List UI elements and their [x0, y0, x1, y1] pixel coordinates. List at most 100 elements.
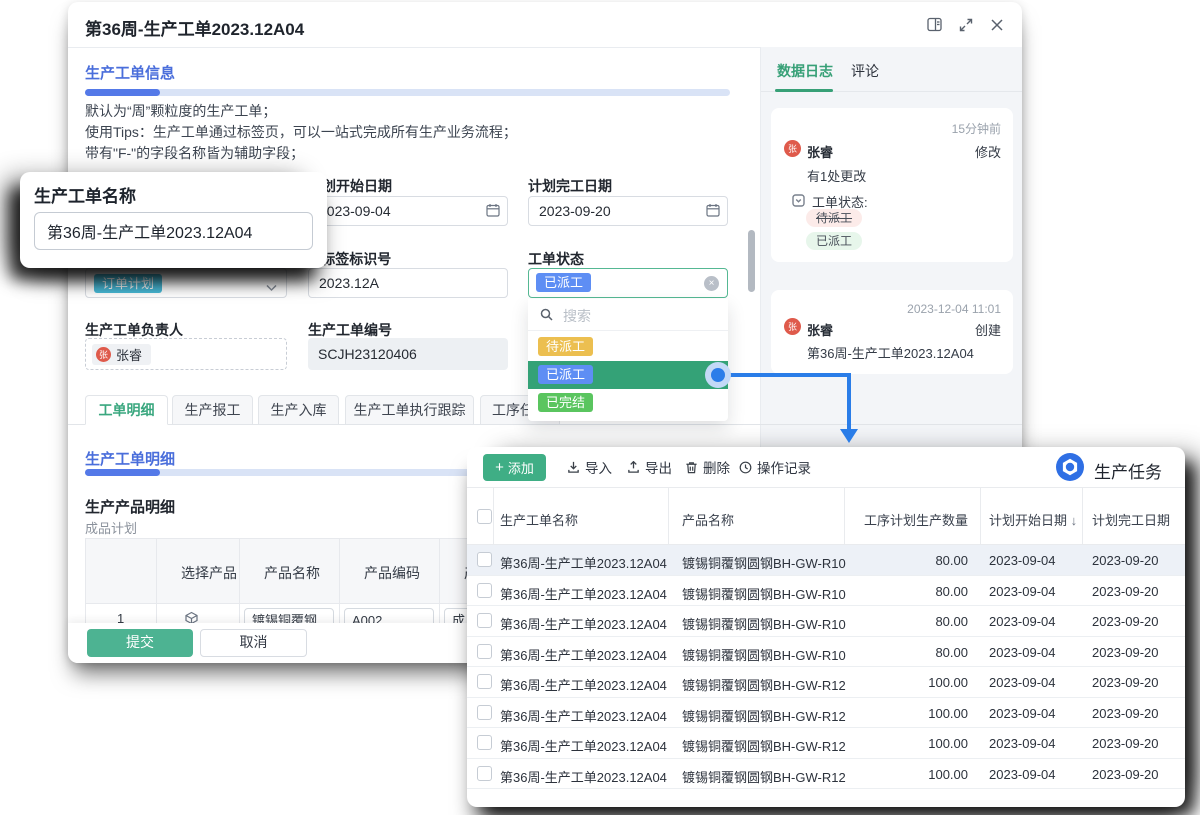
log-action: 创建	[975, 320, 1001, 339]
tip-line: 带有"F-"的字段名称皆为辅助字段；	[85, 143, 517, 164]
clear-icon[interactable]: ×	[704, 276, 719, 291]
col-product-name[interactable]: 产品名称	[682, 510, 734, 529]
info-section-title: 生产工单信息	[85, 62, 175, 83]
col-product-name: 产品名称	[264, 563, 320, 583]
col-start-date[interactable]: 计划开始日期 ↓	[989, 510, 1077, 529]
plan-end-input[interactable]	[528, 196, 728, 226]
modal-header: 第36周-生产工单2023.12A04	[68, 2, 1022, 48]
scrollbar-thumb[interactable]	[748, 230, 755, 292]
cancel-button[interactable]: 取消	[200, 629, 307, 657]
name-card-input[interactable]	[34, 212, 313, 250]
tag-no-input[interactable]	[308, 268, 508, 298]
cell-start-date: 2023-09-04	[989, 645, 1056, 660]
order-type-select[interactable]: 订单计划	[85, 268, 287, 298]
add-button[interactable]: + 添加	[483, 454, 546, 481]
col-product-code: 产品编码	[364, 563, 420, 583]
detail-progress-bar	[85, 469, 160, 476]
log-card[interactable]: 2023-12-04 11:01 张 张睿 创建 第36周-生产工单2023.1…	[771, 290, 1013, 374]
cell-end-date: 2023-09-20	[1092, 706, 1159, 721]
table-row[interactable]: 第36周-生产工单2023.12A04 镀锡铜覆钢圆钢BH-GW-R12 100…	[467, 667, 1185, 698]
col-work-order-name[interactable]: 生产工单名称	[500, 510, 578, 529]
table-row[interactable]: 第36周-生产工单2023.12A04 镀锡铜覆钢圆钢BH-GW-R10 80.…	[467, 545, 1185, 576]
tab-data-log[interactable]: 数据日志	[777, 61, 833, 81]
tab-production-report[interactable]: 生产报工	[172, 395, 253, 425]
plan-start-input[interactable]	[308, 196, 508, 226]
table-row[interactable]: 第36周-生产工单2023.12A04 镀锡铜覆钢圆钢BH-GW-R10 80.…	[467, 606, 1185, 637]
info-progress-bar	[85, 89, 160, 96]
table-row[interactable]: 第36周-生产工单2023.12A04 镀锡铜覆钢圆钢BH-GW-R12 100…	[467, 728, 1185, 759]
detail-section-title: 生产工单明细	[85, 448, 175, 469]
table-row[interactable]: 第36周-生产工单2023.12A04 镀锡铜覆钢圆钢BH-GW-R10 80.…	[467, 576, 1185, 607]
select-all-checkbox[interactable]	[477, 509, 492, 524]
sort-desc-icon: ↓	[1071, 513, 1078, 528]
row-checkbox[interactable]	[477, 766, 492, 781]
option-finished[interactable]: 已完结	[528, 389, 728, 417]
tip-line: 默认为“周”颗粒度的生产工单；	[85, 101, 517, 122]
name-card: 生产工单名称	[20, 172, 327, 268]
tab-comments[interactable]: 评论	[851, 61, 879, 81]
owner-field[interactable]: 张 张睿	[85, 338, 287, 370]
log-user: 张睿	[807, 320, 833, 339]
status-dropdown: 搜索 待派工 已派工 已完结	[528, 299, 728, 421]
close-icon[interactable]	[990, 18, 1004, 32]
table-row[interactable]: 第36周-生产工单2023.12A04 镀锡铜覆钢圆钢BH-GW-R10 80.…	[467, 637, 1185, 668]
log-card[interactable]: 15分钟前 张 张睿 修改 有1处更改 工单状态: 待派工 已派工	[771, 108, 1013, 262]
cell-end-date: 2023-09-20	[1092, 736, 1159, 751]
row-checkbox[interactable]	[477, 613, 492, 628]
side-panel-icon[interactable]	[927, 17, 942, 32]
table-row[interactable]: 第36周-生产工单2023.12A04 镀锡铜覆钢圆钢BH-GW-R12 100…	[467, 759, 1185, 790]
cell-end-date: 2023-09-20	[1092, 645, 1159, 660]
cell-qty: 80.00	[844, 553, 968, 568]
cell-qty: 100.00	[844, 675, 968, 690]
tips-text: 默认为“周”颗粒度的生产工单； 使用Tips：生产工单通过标签页，可以一站式完成…	[85, 101, 517, 164]
row-checkbox[interactable]	[477, 674, 492, 689]
cell-product-name: 镀锡铜覆钢圆钢BH-GW-R10	[682, 645, 846, 664]
owner-label: 生产工单负责人	[85, 320, 183, 340]
col-end-date[interactable]: 计划完工日期	[1092, 510, 1170, 529]
cell-qty: 80.00	[844, 584, 968, 599]
row-checkbox[interactable]	[477, 735, 492, 750]
col-qty[interactable]: 工序计划生产数量	[844, 510, 968, 529]
status-tag: 已派工	[536, 273, 591, 292]
tab-work-order-detail[interactable]: 工单明细	[85, 395, 168, 425]
log-tabs: 数据日志 评论	[761, 47, 1022, 92]
cell-end-date: 2023-09-20	[1092, 767, 1159, 782]
submit-button[interactable]: 提交	[87, 629, 193, 657]
cell-start-date: 2023-09-04	[989, 584, 1056, 599]
delete-button[interactable]: 删除	[685, 447, 730, 487]
tab-warehouse-in[interactable]: 生产入库	[258, 395, 339, 425]
cell-work-order-name: 第36周-生产工单2023.12A04	[500, 736, 667, 755]
row-checkbox[interactable]	[477, 705, 492, 720]
avatar: 张	[96, 347, 111, 362]
cell-product-name: 镀锡铜覆钢圆钢BH-GW-R12	[682, 675, 846, 694]
log-time: 2023-12-04 11:01	[907, 302, 1001, 316]
status-select[interactable]: 已派工 ×	[528, 268, 728, 298]
row-checkbox[interactable]	[477, 644, 492, 659]
col-select-product: 选择产品	[181, 563, 237, 583]
avatar: 张	[784, 318, 801, 335]
chevron-down-icon	[266, 279, 277, 297]
tab-execution-tracking[interactable]: 生产工单执行跟踪	[345, 395, 474, 425]
avatar: 张	[784, 140, 801, 157]
import-icon	[567, 461, 580, 474]
cell-product-name: 镀锡铜覆钢圆钢BH-GW-R12	[682, 767, 846, 786]
cell-qty: 80.00	[844, 645, 968, 660]
export-button[interactable]: 导出	[627, 447, 672, 487]
option-pending[interactable]: 待派工	[528, 333, 728, 361]
table-row[interactable]: 第36周-生产工单2023.12A04 镀锡铜覆钢圆钢BH-GW-R12 100…	[467, 698, 1185, 729]
row-checkbox[interactable]	[477, 583, 492, 598]
expand-icon[interactable]	[959, 18, 973, 32]
cell-product-name: 镀锡铜覆钢圆钢BH-GW-R12	[682, 736, 846, 755]
row-checkbox[interactable]	[477, 552, 492, 567]
status-label: 工单状态	[528, 249, 584, 269]
history-button[interactable]: 操作记录	[739, 447, 811, 487]
cell-start-date: 2023-09-04	[989, 767, 1056, 782]
clock-icon	[739, 461, 752, 474]
option-assigned[interactable]: 已派工	[528, 361, 728, 389]
task-table-header: 生产工单名称 产品名称 工序计划生产数量 计划开始日期 ↓ 计划完工日期	[467, 487, 1185, 545]
cell-product-name: 镀锡铜覆钢圆钢BH-GW-R10	[682, 614, 846, 633]
status-search-row[interactable]: 搜索	[528, 299, 728, 331]
import-button[interactable]: 导入	[567, 447, 612, 487]
log-summary: 有1处更改	[807, 166, 866, 185]
plan-end-label: 计划完工日期	[528, 176, 612, 196]
